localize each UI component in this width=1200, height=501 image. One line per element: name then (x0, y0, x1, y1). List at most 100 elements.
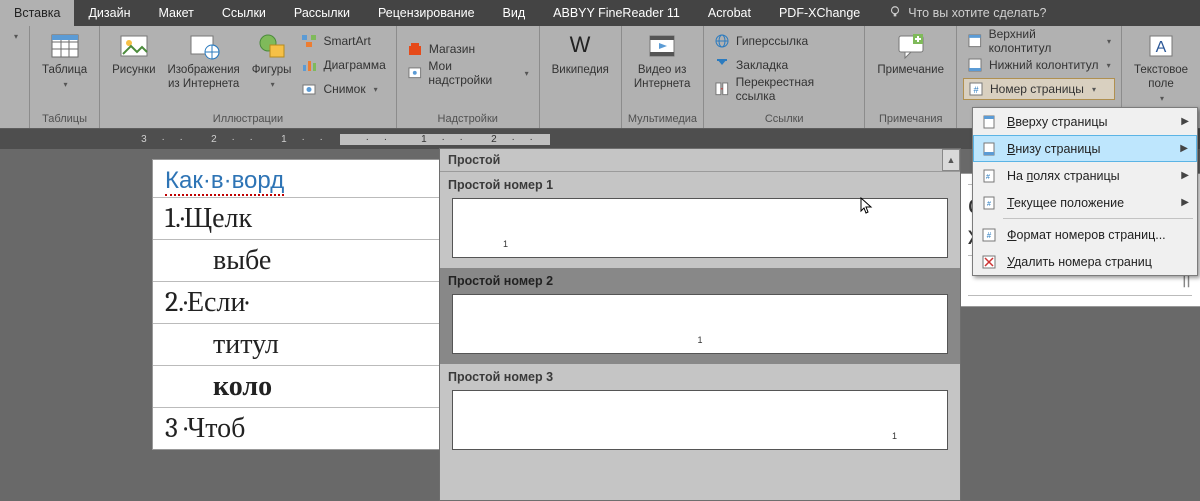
my-addins-button[interactable]: Мои надстройки▾ (403, 62, 533, 84)
shapes-label: Фигуры (252, 63, 292, 77)
header-icon (967, 33, 983, 49)
tab-pdfxchange[interactable]: PDF-XChange (765, 0, 874, 26)
ribbon-tabstrip: Вставка Дизайн Макет Ссылки Рассылки Рец… (0, 0, 1200, 26)
menu-label: Текущее положение (1007, 196, 1124, 210)
menu-label: Удалить номера страниц (1007, 255, 1152, 269)
comment-label: Примечание (877, 63, 944, 77)
table-button[interactable]: Таблица▾ (36, 28, 93, 92)
svg-text:#: # (987, 231, 992, 240)
gallery-item-simple-1[interactable]: Простой номер 1 1 (440, 172, 960, 268)
gallery-item-title: Простой номер 2 (448, 272, 952, 294)
crossref-button[interactable]: Перекрестная ссылка (710, 78, 858, 100)
remove-number-icon (981, 254, 997, 270)
unknown-split-left[interactable]: ▾ (6, 28, 24, 44)
svg-text:#: # (987, 201, 991, 208)
chart-button[interactable]: Диаграмма (297, 54, 389, 76)
wikipedia-button[interactable]: W Википедия (546, 28, 615, 77)
gallery-preview: 1 (452, 390, 948, 450)
crossref-label: Перекрестная ссылка (736, 75, 855, 103)
smartart-label: SmartArt (323, 34, 370, 48)
online-video-label: Видео из Интернета (634, 63, 690, 91)
header-button[interactable]: Верхний колонтитул▾ (963, 30, 1115, 52)
current-position-icon: # (981, 195, 997, 211)
smartart-button[interactable]: SmartArt (297, 30, 389, 52)
menu-current-position[interactable]: # Текущее положение ▶ (973, 189, 1197, 216)
textbox-button[interactable]: A Текстовое поле▾ (1128, 28, 1194, 106)
gallery-item-simple-3[interactable]: Простой номер 3 1 (440, 364, 960, 460)
tab-acrobat[interactable]: Acrobat (694, 0, 765, 26)
tab-references[interactable]: Ссылки (208, 0, 280, 26)
svg-text:W: W (570, 32, 591, 57)
online-pictures-button[interactable]: Изображения из Интернета (162, 28, 246, 91)
group-links: Ссылки (710, 112, 858, 128)
gallery-category-header: Простой (440, 149, 960, 172)
table-icon (49, 30, 81, 62)
screenshot-button[interactable]: Снимок▾ (297, 78, 389, 100)
page-number-menu: Вверху страницы ▶ Внизу страницы ▶ # На … (972, 107, 1198, 276)
store-icon (407, 41, 423, 57)
header-label: Верхний колонтитул (989, 27, 1099, 55)
menu-label: Формат номеров страниц... (1007, 228, 1166, 242)
tab-abbyy[interactable]: ABBYY FineReader 11 (539, 0, 694, 26)
tell-me-search[interactable]: Что вы хотите сделать? (874, 0, 1046, 26)
my-addins-label: Мои надстройки (428, 59, 516, 87)
tab-review[interactable]: Рецензирование (364, 0, 489, 26)
gallery-item-simple-2[interactable]: Простой номер 2 1 (440, 268, 960, 364)
submenu-arrow-icon: ▶ (1181, 116, 1189, 127)
wikipedia-label: Википедия (552, 63, 609, 77)
page-number-gallery: ▲ Простой Простой номер 1 1 Простой номе… (439, 148, 961, 501)
bookmark-label: Закладка (736, 58, 788, 72)
group-addins: Надстройки (403, 112, 533, 128)
bookmark-icon (714, 57, 730, 73)
comment-icon (895, 30, 927, 62)
menu-page-margins[interactable]: # На полях страницы ▶ (973, 162, 1197, 189)
page-number-label: Номер страницы (990, 82, 1084, 96)
tab-layout[interactable]: Макет (145, 0, 208, 26)
bookmark-button[interactable]: Закладка (710, 54, 858, 76)
gallery-preview: 1 (452, 294, 948, 354)
page-margins-icon: # (981, 168, 997, 184)
tab-view[interactable]: Вид (489, 0, 540, 26)
group-media: Мультимедиа (628, 112, 697, 128)
submenu-arrow-icon: ▶ (1181, 197, 1189, 208)
store-button[interactable]: Магазин (403, 38, 533, 60)
hyperlink-icon (714, 33, 730, 49)
group-comments: Примечания (871, 112, 950, 128)
pictures-button[interactable]: Рисунки (106, 28, 161, 77)
tab-insert[interactable]: Вставка (0, 0, 74, 26)
submenu-arrow-icon: ▶ (1180, 143, 1188, 154)
menu-remove-page-numbers[interactable]: Удалить номера страниц (973, 248, 1197, 275)
svg-text:#: # (986, 174, 990, 181)
online-video-button[interactable]: Видео из Интернета (628, 28, 696, 91)
menu-bottom-of-page[interactable]: Внизу страницы ▶ (973, 135, 1197, 162)
menu-label: Внизу страницы (1007, 142, 1100, 156)
page-number-button[interactable]: #Номер страницы▾ (963, 78, 1115, 100)
shapes-button[interactable]: Фигуры▾ (246, 28, 298, 92)
svg-text:#: # (973, 85, 978, 95)
menu-top-of-page[interactable]: Вверху страницы ▶ (973, 108, 1197, 135)
wikipedia-icon: W (564, 30, 596, 62)
tab-mailings[interactable]: Рассылки (280, 0, 364, 26)
page-bottom-icon (981, 141, 997, 157)
tell-me-placeholder: Что вы хотите сделать? (908, 6, 1046, 20)
footer-button[interactable]: Нижний колонтитул▾ (963, 54, 1115, 76)
online-pictures-label: Изображения из Интернета (168, 63, 240, 91)
menu-format-page-numbers[interactable]: # Формат номеров страниц... (973, 221, 1197, 248)
tab-design[interactable]: Дизайн (74, 0, 144, 26)
hyperlink-button[interactable]: Гиперссылка (710, 30, 858, 52)
picture-icon (118, 30, 150, 62)
menu-separator (1003, 218, 1193, 219)
textbox-label: Текстовое поле (1134, 63, 1188, 91)
hyperlink-label: Гиперссылка (736, 34, 808, 48)
addins-icon (407, 65, 423, 81)
page-number-icon: # (968, 81, 984, 97)
textbox-icon: A (1145, 30, 1177, 62)
smartart-icon (301, 33, 317, 49)
footer-label: Нижний колонтитул (989, 58, 1099, 72)
submenu-arrow-icon: ▶ (1181, 170, 1189, 181)
gallery-item-title: Простой номер 1 (448, 176, 952, 198)
format-number-icon: # (981, 227, 997, 243)
svg-text:A: A (1156, 39, 1167, 56)
gallery-scroll-up[interactable]: ▲ (942, 149, 960, 171)
comment-button[interactable]: Примечание (871, 28, 950, 77)
